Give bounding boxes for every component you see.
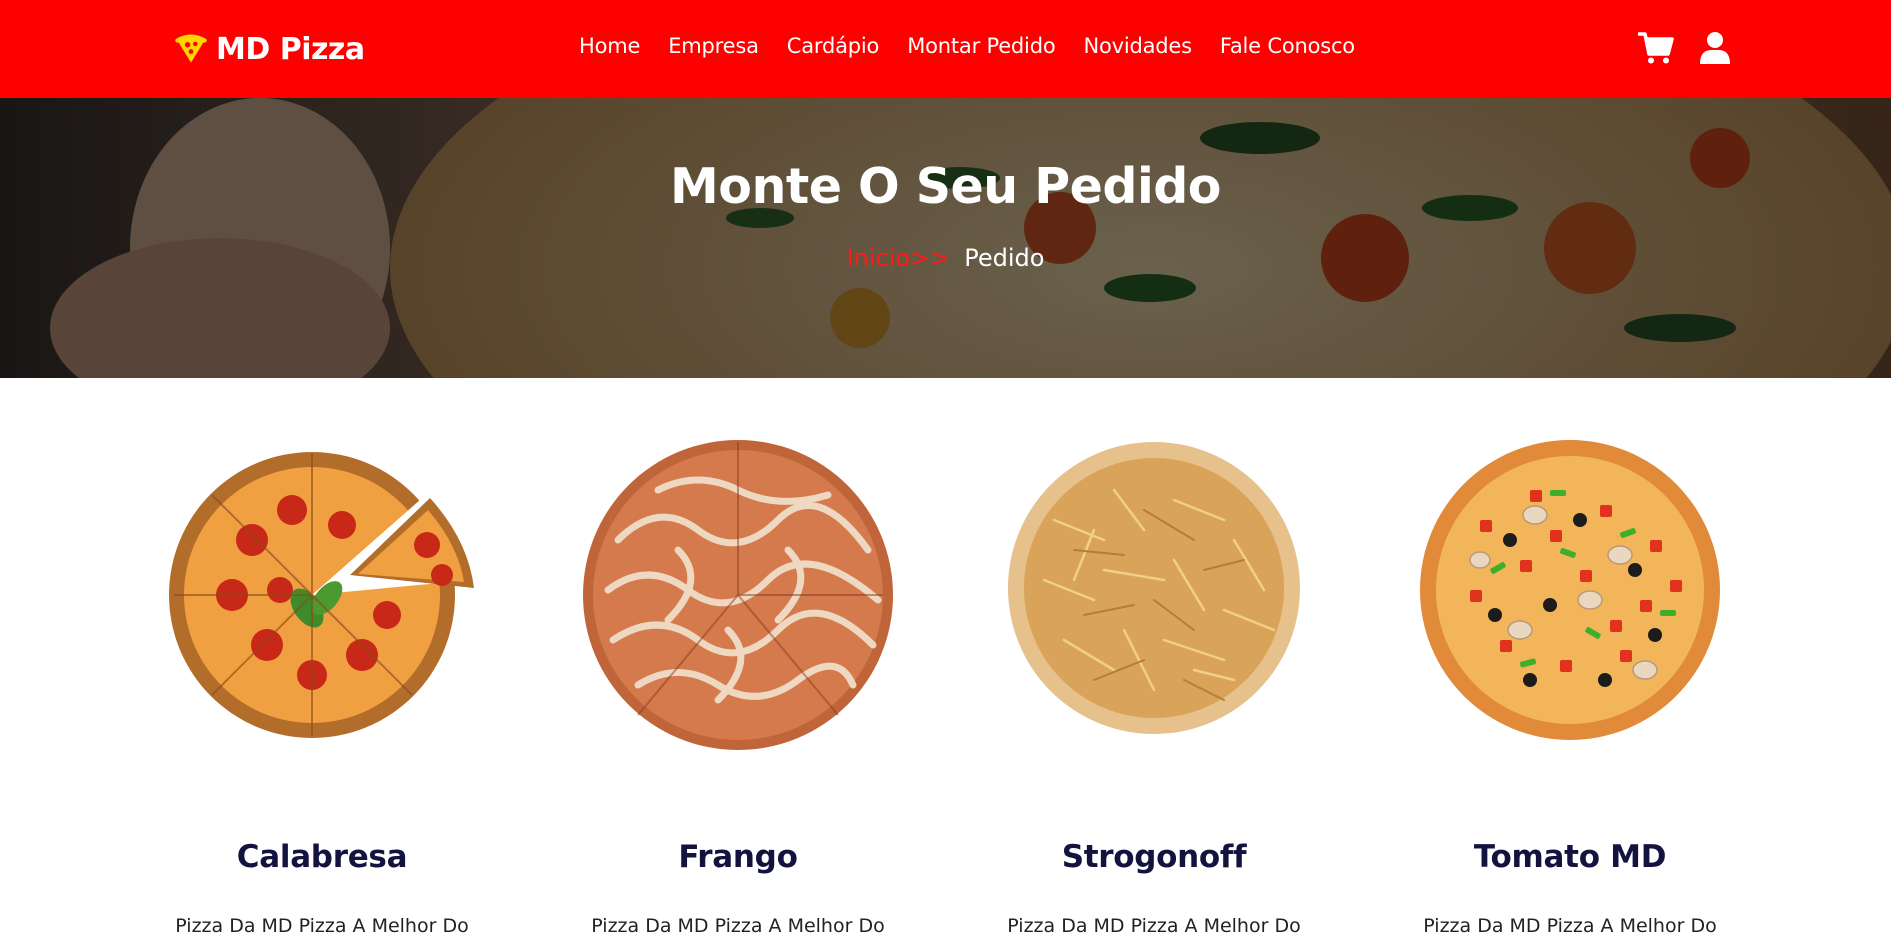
breadcrumb-separator: >> (910, 244, 951, 272)
logo-text: MD Pizza (216, 31, 365, 67)
nav-montar-pedido[interactable]: Montar Pedido (907, 34, 1055, 58)
product-description: Pizza Da MD Pizza A Melhor Do (1423, 915, 1717, 937)
cart-icon[interactable] (1638, 30, 1674, 66)
breadcrumb-current: Pedido (964, 244, 1045, 272)
pizza-calabresa-image[interactable] (162, 430, 482, 750)
product-card-frango[interactable]: Frango Pizza Da MD Pizza A Melhor Do (558, 430, 918, 937)
product-card-calabresa[interactable]: Calabresa Pizza Da MD Pizza A Melhor Do (142, 430, 502, 937)
nav-cardapio[interactable]: Cardápio (787, 34, 880, 58)
user-icon[interactable] (1697, 30, 1733, 66)
product-name: Tomato MD (1473, 839, 1667, 875)
nav-home[interactable]: Home (579, 34, 640, 58)
product-description: Pizza Da MD Pizza A Melhor Do (591, 915, 885, 937)
product-card-tomato-md[interactable]: Tomato MD Pizza Da MD Pizza A Melhor Do (1390, 430, 1750, 937)
main-nav: Home Empresa Cardápio Montar Pedido Novi… (579, 34, 1355, 58)
pizza-tomato-md-image[interactable] (1410, 430, 1730, 750)
pizza-slice-icon (175, 34, 207, 63)
pizza-frango-image[interactable] (578, 430, 898, 750)
product-name: Calabresa (236, 839, 408, 875)
nav-novidades[interactable]: Novidades (1083, 34, 1192, 58)
product-name: Strogonoff (1061, 839, 1247, 875)
page-banner: Monte O Seu Pedido Inicio>> Pedido (0, 98, 1891, 378)
logo-link[interactable]: MD Pizza (174, 28, 365, 70)
site-header: MD Pizza Home Empresa Cardápio Montar Pe… (0, 0, 1891, 98)
breadcrumb-home-link[interactable]: Inicio (847, 244, 911, 272)
product-description: Pizza Da MD Pizza A Melhor Do (1007, 915, 1301, 937)
page-title: Monte O Seu Pedido (670, 158, 1221, 215)
product-card-strogonoff[interactable]: Strogonoff Pizza Da MD Pizza A Melhor Do (974, 430, 1334, 937)
pizza-strogonoff-image[interactable] (994, 430, 1314, 750)
nav-empresa[interactable]: Empresa (668, 34, 759, 58)
product-name: Frango (678, 839, 798, 875)
product-description: Pizza Da MD Pizza A Melhor Do (175, 915, 469, 937)
product-grid: Calabresa Pizza Da MD Pizza A Melhor Do (0, 378, 1891, 937)
nav-fale-conosco[interactable]: Fale Conosco (1220, 34, 1355, 58)
breadcrumb: Inicio>> Pedido (0, 244, 1891, 272)
pizza-banner-image (0, 98, 1891, 378)
